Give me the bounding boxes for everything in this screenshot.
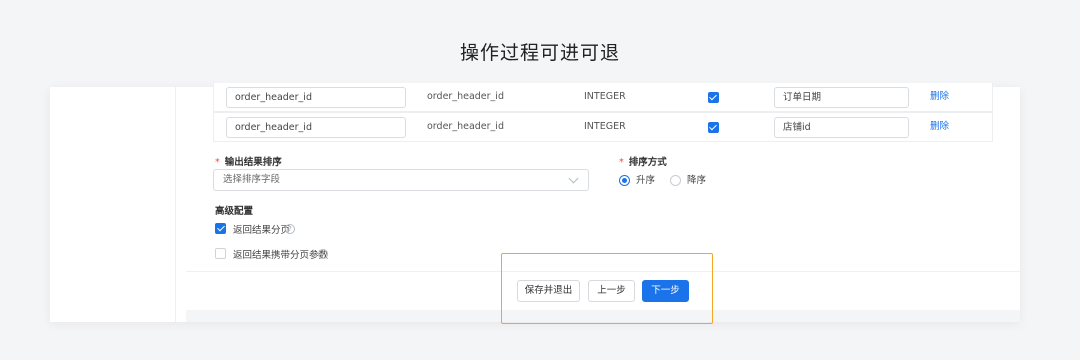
table-row: order_header_id order_header_id INTEGER … [213,112,993,142]
sort-field-label: * 输出结果排序 [215,154,282,168]
comment-input[interactable]: 店铺id [774,117,909,138]
field-input[interactable]: order_header_id [226,87,406,108]
carry-params-label: 返回结果携带分页参数 [233,250,329,261]
page-title: 操作过程可进可退 [459,42,620,64]
comment-input[interactable]: 订单日期 [774,87,909,108]
field-type: INTEGER [584,91,626,102]
output-checkbox[interactable] [708,122,719,133]
sort-method-label-text: 排序方式 [628,157,667,168]
sort-field-placeholder: 选择排序字段 [223,174,281,185]
field-input[interactable]: order_header_id [226,117,406,138]
help-icon[interactable]: ? [318,249,328,259]
help-icon[interactable]: ? [285,224,295,234]
field-type: INTEGER [584,121,626,132]
sort-field-label-text: 输出结果排序 [224,157,282,168]
field-name: order_header_id [427,91,504,102]
side-panel [50,87,176,322]
delete-link[interactable]: 删除 [930,113,949,141]
output-checkbox[interactable] [708,92,719,103]
paginate-checkbox[interactable] [215,223,226,234]
table-row: order_header_id order_header_id INTEGER … [213,83,993,112]
required-mark: * [215,157,220,168]
delete-link[interactable]: 删除 [930,83,949,111]
chevron-down-icon [568,173,579,184]
advanced-config-title: 高级配置 [215,206,254,217]
radio-ascending-label[interactable]: 升序 [636,172,655,186]
radio-descending-label[interactable]: 降序 [687,172,706,186]
radio-descending[interactable] [670,175,681,186]
field-name: order_header_id [427,121,504,132]
radio-ascending[interactable] [619,175,630,186]
sort-field-select[interactable]: 选择排序字段 [213,169,589,191]
sort-method-label: * 排序方式 [619,154,667,168]
carry-params-checkbox[interactable] [215,248,226,259]
paginate-label: 返回结果分页 [233,225,291,236]
required-mark: * [619,157,624,168]
highlight-frame [501,253,713,324]
